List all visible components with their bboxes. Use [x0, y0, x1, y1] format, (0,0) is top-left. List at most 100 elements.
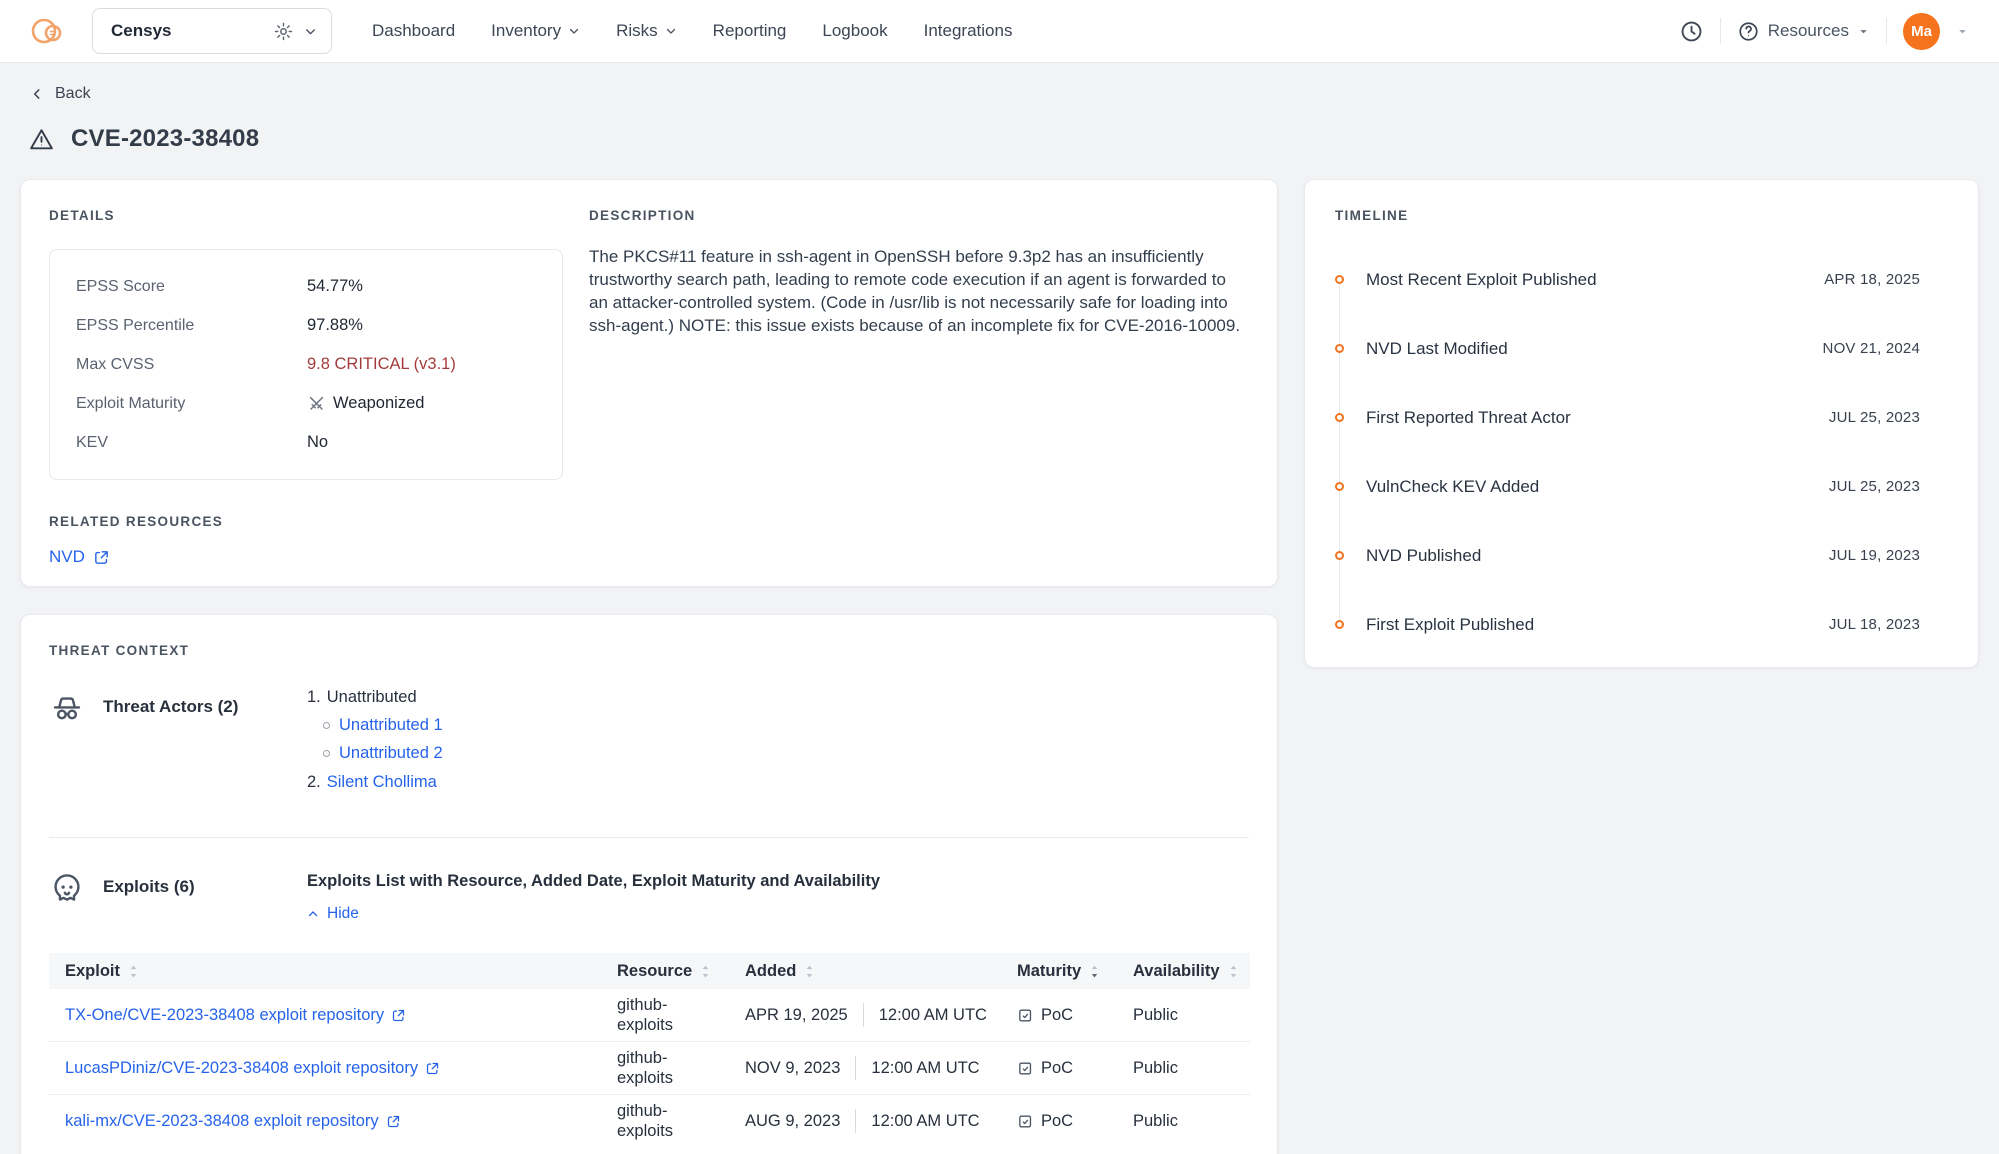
nav-item-integrations[interactable]: Integrations: [924, 21, 1013, 41]
threat-actors-label: Threat Actors (2): [103, 690, 238, 717]
resources-menu[interactable]: Resources: [1737, 20, 1870, 43]
cell-availability: Public: [1125, 1042, 1250, 1095]
column-sort-resource[interactable]: Resource: [617, 962, 729, 981]
chevron-down-icon[interactable]: [304, 25, 317, 38]
timeline-event-first-reported-threat-actor: First Reported Threat ActorJUL 25, 2023: [1335, 383, 1920, 452]
maturity-label: PoC: [1041, 1059, 1073, 1078]
sort-icon: [699, 963, 712, 980]
history-clock-button[interactable]: [1679, 19, 1704, 44]
note-icon: [1017, 1007, 1034, 1024]
user-avatar[interactable]: Ma: [1903, 13, 1940, 50]
added-date: APR 19, 2025: [745, 1006, 848, 1025]
page-content: Back CVE-2023-38408 Details EPSS Score54…: [0, 85, 1999, 1154]
column-header-added: Added: [737, 953, 1009, 989]
exploit-table-row: kali-mx/CVE-2023-38408 exploit repositor…: [49, 1095, 1250, 1148]
exploit-repo-link[interactable]: LucasPDiniz/CVE-2023-38408 exploit repos…: [65, 1059, 440, 1078]
exploit-repo-link[interactable]: kali-mx/CVE-2023-38408 exploit repositor…: [65, 1112, 401, 1131]
top-navigation-bar: Censys Dashboard Inventory Risks Reporting L…: [0, 0, 1999, 63]
divider: [1720, 18, 1721, 44]
threat-actor-link-unattributed-1[interactable]: Unattributed 1: [339, 716, 443, 735]
main-nav: Dashboard Inventory Risks Reporting Logbook I…: [372, 21, 1012, 41]
chevron-left-icon: [30, 87, 44, 101]
details-row-exploit-maturity: Exploit MaturityWeaponized: [76, 384, 536, 423]
cell-availability: Public: [1125, 1095, 1250, 1148]
cell-resource: github-exploits: [609, 989, 737, 1042]
exploits-table: Exploit Resource Added Maturity Availability…: [49, 953, 1250, 1147]
cell-maturity: PoC: [1009, 1095, 1125, 1148]
threat-actor-children: Unattributed 1 Unattributed 2: [323, 716, 1249, 763]
column-header-maturity: Maturity: [1009, 953, 1125, 989]
threat-actor-group: 1.Unattributed: [307, 688, 1249, 707]
note-icon: [1017, 1113, 1034, 1130]
related-resources-title: Related Resources: [49, 514, 563, 529]
timeline-marker-icon: [1335, 413, 1344, 422]
timeline-marker-icon: [1335, 275, 1344, 284]
hide-exploits-link[interactable]: Hide: [307, 905, 359, 923]
column-sort-maturity[interactable]: Maturity: [1017, 962, 1117, 981]
maturity-label: PoC: [1041, 1006, 1073, 1025]
details-section-title: Details: [49, 208, 563, 223]
chevron-down-icon: [1857, 25, 1870, 38]
nav-item-inventory[interactable]: Inventory: [491, 21, 580, 41]
nav-item-risks[interactable]: Risks: [616, 21, 677, 41]
exploit-repo-link-label: kali-mx/CVE-2023-38408 exploit repositor…: [65, 1112, 379, 1131]
back-label: Back: [55, 85, 91, 103]
timeline-event-label: First Exploit Published: [1366, 615, 1829, 635]
gear-icon[interactable]: [273, 21, 294, 42]
added-time: 12:00 AM UTC: [871, 1112, 979, 1131]
threat-actors-list: 1.UnattributedUnattributed 1Unattributed…: [307, 688, 1249, 801]
cell-availability: Public: [1125, 989, 1250, 1042]
timeline-event-date: JUL 25, 2023: [1829, 478, 1920, 495]
exploits-row: Exploits (6) Exploits List with Resource…: [49, 868, 1249, 923]
cell-exploit: LucasPDiniz/CVE-2023-38408 exploit repos…: [49, 1042, 609, 1095]
column-header-label: Maturity: [1017, 962, 1081, 981]
timeline-event-vulncheck-kev-added: VulnCheck KEV AddedJUL 25, 2023: [1335, 452, 1920, 521]
cell-added: NOV 9, 202312:00 AM UTC: [737, 1042, 1009, 1095]
added-date: AUG 9, 2023: [745, 1112, 840, 1131]
details-row-kev: KEVNo: [76, 423, 536, 462]
threat-actor-unattributed: Unattributed: [327, 688, 417, 707]
column-sort-exploit[interactable]: Exploit: [65, 962, 601, 981]
timeline-event-most-recent-exploit-published: Most Recent Exploit PublishedAPR 18, 202…: [1335, 245, 1920, 314]
warning-triangle-icon: [28, 126, 55, 153]
nav-item-dashboard[interactable]: Dashboard: [372, 21, 455, 41]
skull-icon: [49, 870, 85, 906]
timeline-event-label: NVD Published: [1366, 546, 1829, 566]
nvd-link-label: NVD: [49, 547, 85, 567]
nvd-link[interactable]: NVD: [49, 547, 110, 567]
timeline-event-first-exploit-published: First Exploit PublishedJUL 18, 2023: [1335, 590, 1920, 659]
workspace-selector[interactable]: Censys: [92, 8, 332, 54]
timeline-marker-icon: [1335, 551, 1344, 560]
threat-context-panel: Threat Context Threat Actors (2): [20, 614, 1278, 1154]
description-text: The PKCS#11 feature in ssh-agent in Open…: [589, 245, 1241, 337]
details-value-text: No: [307, 433, 328, 452]
bullet-icon: [323, 750, 330, 757]
exploit-repo-link-label: TX-One/CVE-2023-38408 exploit repository: [65, 1006, 384, 1025]
nav-item-label: Risks: [616, 21, 658, 41]
chevron-down-icon: [568, 25, 580, 37]
column-header-exploit: Exploit: [49, 953, 609, 989]
exploit-repo-link[interactable]: TX-One/CVE-2023-38408 exploit repository: [65, 1006, 406, 1025]
column-sort-availability[interactable]: Availability: [1133, 962, 1242, 981]
added-value: NOV 9, 202312:00 AM UTC: [745, 1056, 1001, 1080]
external-icon: [386, 1114, 401, 1129]
exploit-table-row: LucasPDiniz/CVE-2023-38408 exploit repos…: [49, 1042, 1250, 1095]
threat-actor-number: 2.: [307, 773, 321, 792]
exploit-repo-link-label: LucasPDiniz/CVE-2023-38408 exploit repos…: [65, 1059, 418, 1078]
external-icon: [425, 1061, 440, 1076]
back-link[interactable]: Back: [30, 85, 91, 103]
threat-actor-silent-chollima[interactable]: Silent Chollima: [327, 773, 437, 792]
timeline-event-date: JUL 25, 2023: [1829, 409, 1920, 426]
details-value: Weaponized: [307, 394, 424, 413]
clock-icon: [1679, 19, 1704, 44]
chevron-down-icon[interactable]: [1956, 25, 1969, 38]
nav-item-logbook[interactable]: Logbook: [822, 21, 887, 41]
timeline-marker-icon: [1335, 620, 1344, 629]
details-value: 9.8 CRITICAL (v3.1): [307, 355, 456, 374]
column-header-label: Resource: [617, 962, 692, 981]
column-sort-added[interactable]: Added: [745, 962, 1001, 981]
sort-icon: [803, 963, 816, 980]
threat-actor-link-unattributed-2[interactable]: Unattributed 2: [339, 744, 443, 763]
nav-item-reporting[interactable]: Reporting: [713, 21, 787, 41]
details-row-epss-score: EPSS Score54.77%: [76, 267, 536, 306]
